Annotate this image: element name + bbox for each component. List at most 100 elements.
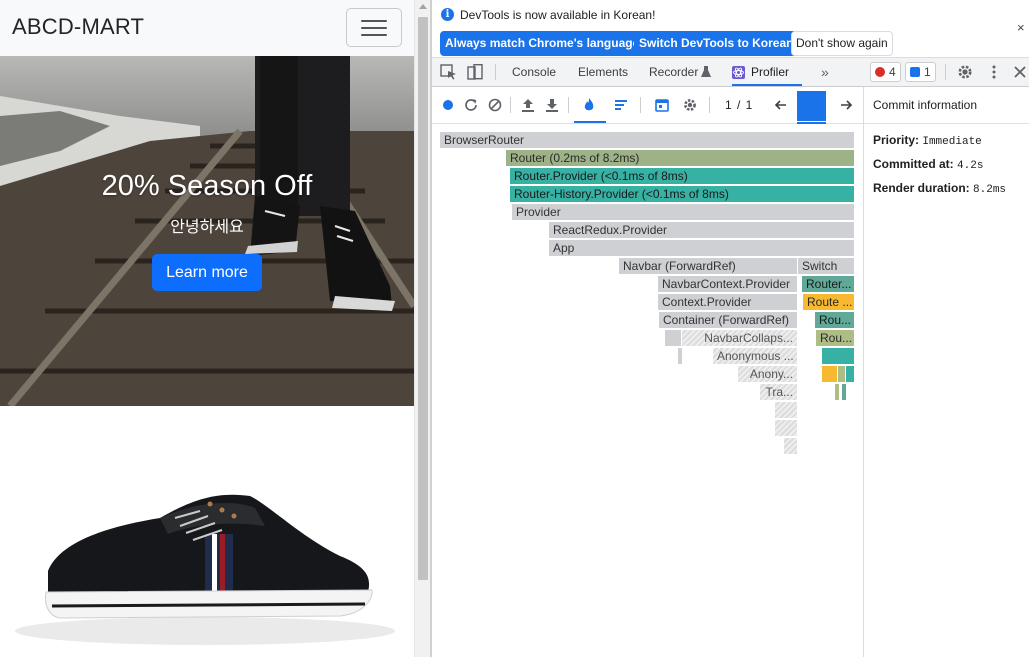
flame-node[interactable]: NavbarCollaps... — [682, 330, 798, 346]
profiler-settings-icon[interactable] — [682, 97, 698, 113]
flame-node[interactable] — [784, 438, 798, 454]
render-duration-row: Render duration: 8.2ms — [873, 181, 1006, 196]
messages-count: 1 — [924, 65, 931, 79]
record-icon[interactable] — [440, 97, 456, 113]
shoe-illustration — [15, 494, 395, 645]
close-icon[interactable]: × — [1017, 20, 1025, 35]
flame-node[interactable]: Router-History.Provider (<0.1ms of 8ms) — [510, 186, 855, 202]
flame-node[interactable]: NavbarContext.Provider — [658, 276, 798, 292]
toolbar-separator — [640, 97, 641, 113]
scrollbar-thumb[interactable] — [418, 17, 428, 580]
flame-node[interactable] — [838, 366, 846, 382]
next-commit-arrow-icon[interactable] — [838, 97, 854, 113]
flame-node[interactable]: Provider — [512, 204, 855, 220]
clear-icon[interactable] — [487, 97, 503, 113]
screen: ABCD-MART 20% Season Off 안녕하세요 Learn mor… — [0, 0, 1029, 657]
flame-node[interactable]: BrowserRouter — [440, 132, 855, 148]
flame-node[interactable] — [678, 348, 683, 364]
priority-value: Immediate — [922, 136, 982, 148]
timeline-icon[interactable] — [654, 97, 670, 113]
flamegraph-icon[interactable] — [581, 97, 597, 113]
flame-node[interactable] — [665, 330, 682, 346]
flame-node[interactable] — [822, 348, 855, 364]
flame-node[interactable]: Router... — [802, 276, 855, 292]
error-icon — [875, 67, 885, 77]
tab-profiler[interactable]: Profiler — [732, 58, 802, 86]
flame-node[interactable]: Rou... — [816, 330, 855, 346]
tab-console[interactable]: Console — [512, 58, 556, 86]
flame-node[interactable] — [842, 384, 847, 400]
flamegraph-tab-underline — [574, 121, 606, 123]
dont-show-again-button[interactable]: Don't show again — [791, 31, 893, 56]
hamburger-icon-bar — [361, 27, 387, 29]
messages-badge[interactable]: 1 — [905, 62, 936, 82]
close-devtools-icon[interactable] — [1011, 64, 1029, 80]
switch-to-korean-button[interactable]: Switch DevTools to Korean — [634, 31, 799, 56]
flame-node[interactable] — [822, 366, 838, 382]
more-tabs-icon[interactable]: » — [821, 58, 829, 86]
committed-at-value: 4.2s — [957, 160, 984, 172]
committed-at-label: Committed at: — [873, 157, 954, 171]
more-options-icon[interactable] — [985, 64, 1003, 80]
flame-node[interactable] — [835, 384, 840, 400]
tab-recorder[interactable]: Recorder — [649, 58, 698, 86]
language-infobar: i DevTools is now available in Korean! ×… — [432, 0, 1029, 58]
tab-separator — [945, 64, 946, 80]
upload-icon[interactable] — [520, 97, 536, 113]
hamburger-icon-bar — [361, 34, 387, 36]
priority-row: Priority: Immediate — [873, 133, 982, 148]
devtools-tabbar: Console Elements Recorder Profiler » 4 1 — [432, 58, 1029, 87]
learn-more-button[interactable]: Learn more — [152, 254, 262, 291]
flame-node[interactable]: Tra... — [760, 384, 798, 400]
flame-node[interactable]: Route ... — [803, 294, 855, 310]
flame-node[interactable] — [775, 420, 798, 436]
flame-node[interactable] — [775, 402, 798, 418]
site-brand[interactable]: ABCD-MART — [12, 14, 144, 40]
toolbar-separator — [709, 97, 710, 113]
navbar-toggler-button[interactable] — [346, 8, 402, 47]
flame-node[interactable]: Anony... — [738, 366, 798, 382]
tab-profiler-label: Profiler — [751, 65, 790, 79]
tab-elements[interactable]: Elements — [578, 58, 628, 86]
flame-node[interactable]: ReactRedux.Provider — [549, 222, 855, 238]
settings-gear-icon[interactable] — [956, 64, 974, 80]
toolbar-separator — [510, 97, 511, 113]
ranked-chart-icon[interactable] — [613, 97, 629, 113]
device-toolbar-icon[interactable] — [466, 64, 484, 80]
flame-node[interactable] — [846, 366, 855, 382]
flame-node[interactable]: Rou... — [815, 312, 855, 328]
site-navbar: ABCD-MART — [0, 0, 414, 56]
page-scrollbar[interactable] — [414, 0, 430, 657]
previous-commit-arrow-icon[interactable] — [773, 97, 789, 113]
commit-navigation-counter: 1 / 1 — [725, 98, 754, 112]
flame-node[interactable]: App — [549, 240, 855, 256]
render-duration-label: Render duration: — [873, 181, 970, 195]
hero-subtitle: 안녕하세요 — [170, 217, 244, 236]
flame-node[interactable]: Switch — [798, 258, 855, 274]
scroll-up-arrow-icon[interactable] — [419, 4, 427, 9]
inspect-element-icon[interactable] — [440, 64, 458, 80]
info-icon: i — [441, 8, 454, 21]
devtools-panel: i DevTools is now available in Korean! ×… — [432, 0, 1029, 657]
committed-at-row: Committed at: 4.2s — [873, 157, 983, 172]
errors-badge[interactable]: 4 — [870, 62, 901, 82]
flame-node[interactable]: Anonymous ... — [713, 348, 798, 364]
flamegraph-chart: BrowserRouter Router (0.2ms of 8.2ms) Ro… — [432, 124, 863, 657]
flame-node[interactable]: Navbar (ForwardRef) — [619, 258, 798, 274]
message-icon — [910, 67, 920, 77]
profiler-toolbar: 1 / 1 — [432, 87, 863, 124]
tab-separator — [495, 64, 496, 80]
reload-icon[interactable] — [463, 97, 479, 113]
always-match-language-button[interactable]: Always match Chrome's language — [440, 31, 645, 56]
flame-node[interactable]: Context.Provider — [658, 294, 798, 310]
commit-bar[interactable] — [797, 91, 826, 121]
hero-title: 20% Season Off — [101, 170, 313, 202]
infobar-message: DevTools is now available in Korean! — [460, 8, 656, 22]
flame-node[interactable]: Container (ForwardRef) — [659, 312, 798, 328]
priority-label: Priority: — [873, 133, 920, 147]
product-shoe-image[interactable] — [0, 406, 414, 657]
flame-node[interactable]: Router.Provider (<0.1ms of 8ms) — [510, 168, 855, 184]
download-icon[interactable] — [544, 97, 560, 113]
flask-icon — [701, 66, 711, 77]
flame-node[interactable]: Router (0.2ms of 8.2ms) — [506, 150, 855, 166]
